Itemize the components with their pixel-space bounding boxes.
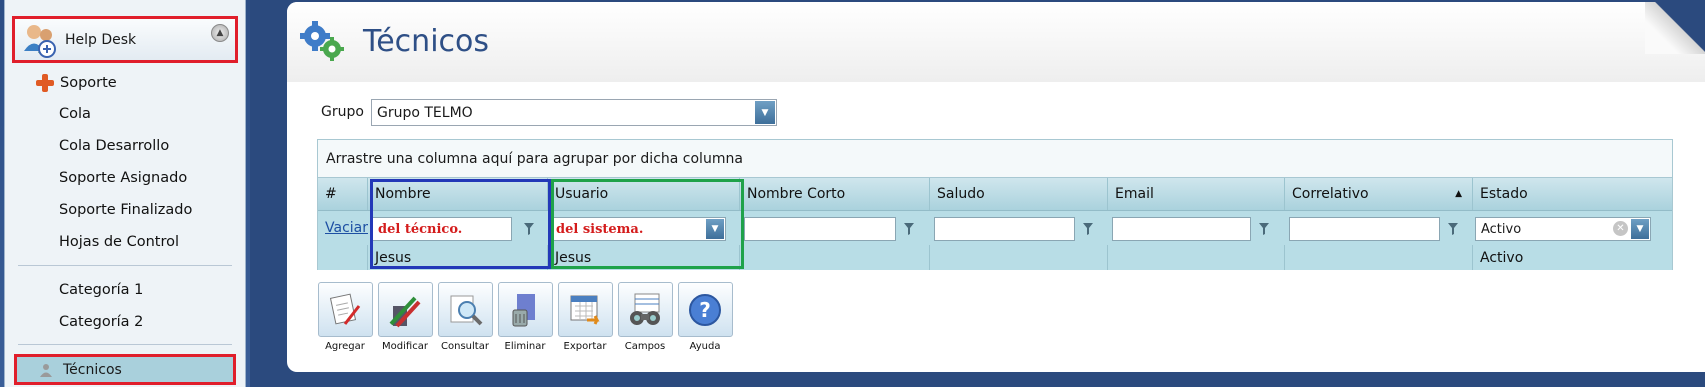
add-button[interactable]: Agregar bbox=[317, 282, 373, 352]
column-header-saludo[interactable]: Saludo bbox=[929, 178, 1107, 210]
trash-icon bbox=[497, 282, 553, 337]
group-by-hint: Arrastre una columna aquí para agrupar p… bbox=[326, 150, 743, 167]
sidebar-divider bbox=[18, 265, 232, 266]
highlight-box-nombre bbox=[370, 179, 551, 269]
page-header: Técnicos bbox=[287, 2, 1705, 82]
filter-funnel-icon[interactable] bbox=[1082, 222, 1094, 236]
export-calendar-icon bbox=[557, 282, 613, 337]
page-curl-decoration bbox=[1645, 2, 1705, 54]
tool-label: Consultar bbox=[441, 341, 489, 352]
bottom-frame bbox=[250, 372, 1705, 387]
filter-clear-cell: Vaciar bbox=[318, 211, 368, 245]
plus-icon bbox=[36, 74, 54, 92]
svg-text:?: ? bbox=[699, 298, 711, 322]
help-icon: ? bbox=[677, 282, 733, 337]
sidebar-item-label: Soporte bbox=[60, 75, 117, 91]
chevron-down-icon[interactable]: ▼ bbox=[1631, 219, 1649, 239]
sidebar-item-label: Técnicos bbox=[63, 361, 122, 378]
filter-nombre-corto-input[interactable] bbox=[744, 217, 896, 241]
tool-label: Modificar bbox=[382, 341, 428, 352]
sidebar-item-soporte-asignado[interactable]: Soporte Asignado bbox=[59, 170, 187, 186]
grupo-select-value: Grupo TELMO bbox=[377, 104, 473, 121]
table-cell bbox=[929, 245, 1107, 270]
sidebar-divider bbox=[18, 344, 232, 345]
sidebar-item-soporte-finalizado[interactable]: Soporte Finalizado bbox=[59, 202, 192, 218]
edit-button[interactable]: Modificar bbox=[377, 282, 433, 352]
fields-button[interactable]: Campos bbox=[617, 282, 673, 352]
grupo-select[interactable]: Grupo TELMO ▼ bbox=[371, 99, 777, 126]
help-button[interactable]: ? Ayuda bbox=[677, 282, 733, 352]
group-by-panel[interactable]: Arrastre una columna aquí para agrupar p… bbox=[318, 140, 1672, 178]
action-toolbar: Agregar Modificar Consultar Eliminar Exp… bbox=[317, 282, 737, 352]
table-cell bbox=[739, 245, 929, 270]
filter-saludo-input[interactable] bbox=[934, 217, 1075, 241]
column-header-number[interactable]: # bbox=[318, 178, 367, 210]
filter-funnel-icon[interactable] bbox=[1258, 222, 1270, 236]
add-document-icon bbox=[317, 282, 373, 337]
sidebar-item-tecnicos[interactable]: Técnicos bbox=[14, 354, 236, 385]
column-header-email[interactable]: Email bbox=[1107, 178, 1284, 210]
export-button[interactable]: Exportar bbox=[557, 282, 613, 352]
column-header-estado[interactable]: Estado bbox=[1472, 178, 1673, 210]
filter-email-input[interactable] bbox=[1112, 217, 1251, 241]
grupo-label: Grupo bbox=[321, 104, 364, 120]
filter-estado-select[interactable]: Activo ✕ ▼ bbox=[1475, 217, 1651, 241]
sidebar-item-categoria-2[interactable]: Categoría 2 bbox=[59, 314, 143, 330]
filter-clear-link[interactable]: Vaciar bbox=[325, 220, 368, 236]
chevron-down-icon[interactable]: ▼ bbox=[755, 101, 775, 124]
clear-circle-icon[interactable]: ✕ bbox=[1613, 221, 1628, 236]
main-content: Técnicos Grupo Grupo TELMO ▼ Arrastre un… bbox=[287, 2, 1705, 372]
table-cell bbox=[318, 245, 367, 270]
binoculars-icon bbox=[617, 282, 673, 337]
sidebar-item-soporte[interactable]: Soporte bbox=[36, 74, 117, 92]
collapse-up-icon[interactable]: ▲ bbox=[211, 24, 229, 42]
tool-label: Agregar bbox=[325, 341, 365, 352]
table-cell bbox=[1107, 245, 1284, 270]
highlight-box-usuario bbox=[551, 179, 744, 269]
table-cell: Activo bbox=[1472, 245, 1673, 270]
filter-correlativo-input[interactable] bbox=[1289, 217, 1440, 241]
user-icon bbox=[39, 363, 53, 377]
column-header-correlativo[interactable]: Correlativo ▲ bbox=[1284, 178, 1472, 210]
sidebar-item-cola[interactable]: Cola bbox=[59, 106, 91, 122]
sidebar-item-cola-desarrollo[interactable]: Cola Desarrollo bbox=[59, 138, 169, 154]
gears-icon bbox=[299, 20, 347, 62]
view-button[interactable]: Consultar bbox=[437, 282, 493, 352]
helpdesk-users-icon bbox=[21, 21, 59, 59]
sort-ascending-icon: ▲ bbox=[1455, 189, 1462, 199]
delete-button[interactable]: Eliminar bbox=[497, 282, 553, 352]
filter-estado-value: Activo bbox=[1481, 221, 1522, 237]
tool-label: Exportar bbox=[563, 341, 607, 352]
tool-label: Campos bbox=[624, 341, 666, 352]
magnifier-icon bbox=[437, 282, 493, 337]
page-title: Técnicos bbox=[363, 24, 490, 59]
helpdesk-section-header[interactable]: Help Desk ▲ bbox=[12, 16, 238, 63]
table-cell bbox=[1284, 245, 1472, 270]
tool-label: Ayuda bbox=[689, 341, 721, 352]
filter-funnel-icon[interactable] bbox=[1447, 222, 1459, 236]
sidebar: Help Desk ▲ Soporte Cola Cola Desarrollo… bbox=[0, 0, 250, 387]
edit-pencils-icon bbox=[377, 282, 433, 337]
helpdesk-label: Help Desk bbox=[65, 31, 137, 48]
sidebar-item-categoria-1[interactable]: Categoría 1 bbox=[59, 282, 143, 298]
tool-label: Eliminar bbox=[504, 341, 546, 352]
column-header-nombre-corto[interactable]: Nombre Corto bbox=[739, 178, 929, 210]
sidebar-item-hojas-de-control[interactable]: Hojas de Control bbox=[59, 234, 179, 250]
filter-funnel-icon[interactable] bbox=[903, 222, 915, 236]
column-header-label: Correlativo bbox=[1292, 186, 1369, 202]
